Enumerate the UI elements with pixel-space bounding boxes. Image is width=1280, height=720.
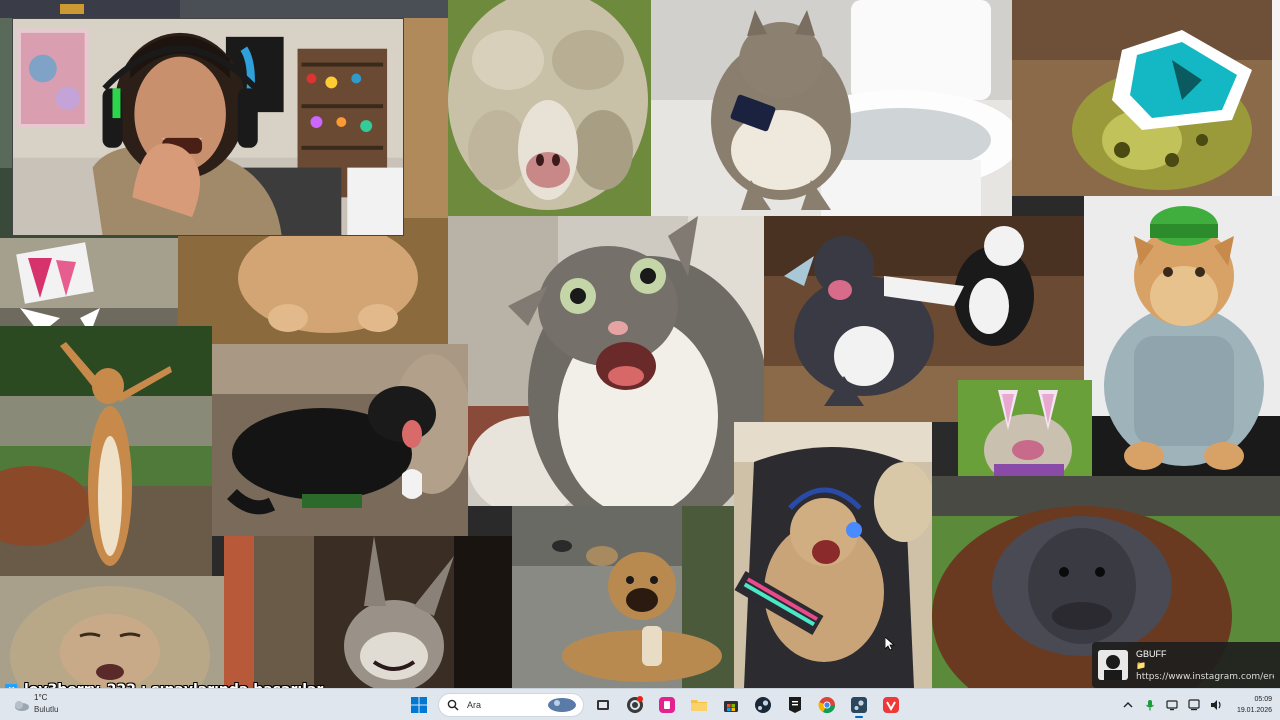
clock-date: 19.01.2026: [1236, 707, 1272, 714]
folder-icon: [691, 700, 707, 711]
tile-top-strip: [0, 0, 448, 18]
taskbar-app-obs[interactable]: [622, 692, 648, 718]
store-icon: [724, 701, 738, 712]
search-highlight-icon: [548, 698, 576, 712]
tile-bulldog-bunny-ears: [958, 380, 1092, 480]
taskbar-app-chrome[interactable]: [814, 692, 840, 718]
tile-monkey-sleepy: [0, 576, 224, 688]
notification-url[interactable]: https://www.instagram.com/eren.akg: [1136, 672, 1274, 682]
tile-frog-sand: [1012, 0, 1272, 196]
taskbar-app-store[interactable]: [718, 692, 744, 718]
taskbar-app-pink[interactable]: [654, 692, 680, 718]
taskbar-app-steam-active[interactable]: [846, 692, 872, 718]
windows-logo-icon: [411, 697, 427, 713]
stream-desktop: loy3berry_222 : sınavlarında başarılar G…: [0, 0, 1280, 720]
search-icon: [447, 699, 459, 711]
task-view-icon: [597, 700, 609, 710]
tile-cat-shocked: [448, 216, 764, 506]
taskbar-app-epic[interactable]: [782, 692, 808, 718]
weather-condition: Bulutlu: [34, 705, 59, 714]
steam-active-icon: [851, 697, 867, 713]
taskbar-app-steam[interactable]: [750, 692, 776, 718]
system-clock[interactable]: 05:09 19.01.2026: [1237, 694, 1272, 716]
network-icon[interactable]: [1187, 698, 1201, 712]
taskbar: 1°C Bulutlu Ara 05:09 19.01.2026: [0, 688, 1280, 720]
weather-widget[interactable]: 1°C Bulutlu: [10, 692, 80, 718]
tile-cat-green-hat: [1084, 196, 1280, 476]
taskbar-app-explorer[interactable]: [686, 692, 712, 718]
vivaldi-icon: [883, 697, 899, 713]
volume-icon[interactable]: [1209, 698, 1223, 712]
webcam-overlay: [12, 18, 404, 236]
taskbar-search[interactable]: Ara: [438, 693, 584, 717]
epic-games-icon: [789, 697, 801, 713]
tile-right-edge: [1272, 0, 1280, 196]
clock-time: 05:09: [1254, 696, 1272, 703]
tile-donkey-smiling: [224, 536, 512, 688]
start-button[interactable]: [406, 692, 432, 718]
tile-woolly-sheep: [448, 0, 651, 216]
taskbar-app-vivaldi[interactable]: [878, 692, 904, 718]
media-notification[interactable]: GBUFF 📁 https://www.instagram.com/eren.a…: [1092, 642, 1280, 688]
chevron-up-icon[interactable]: [1121, 698, 1135, 712]
mouse-cursor: [885, 637, 895, 651]
tile-dogs-yard: [512, 506, 734, 688]
tile-squirrel-standing: [0, 326, 212, 576]
notification-title: GBUFF: [1136, 648, 1167, 659]
obs-icon: [627, 696, 643, 713]
steam-icon: [755, 697, 771, 713]
display-icon[interactable]: [1165, 698, 1179, 712]
notification-avatar: [1098, 650, 1128, 680]
notification-subtitle: 📁: [1136, 660, 1146, 670]
system-tray: 05:09 19.01.2026: [1121, 689, 1272, 720]
tile-black-dog-controller: [212, 344, 468, 536]
task-view-button[interactable]: [590, 692, 616, 718]
pink-app-icon: [659, 697, 675, 713]
microphone-icon[interactable]: [1143, 698, 1157, 712]
cloud-icon: [15, 701, 29, 711]
chrome-icon: [818, 697, 836, 714]
weather-temp: 1°C: [34, 693, 48, 702]
search-placeholder: Ara: [467, 700, 482, 710]
tile-cat-gaming-chair: [734, 422, 932, 688]
tile-cat-toilet-phone: [651, 0, 1012, 216]
